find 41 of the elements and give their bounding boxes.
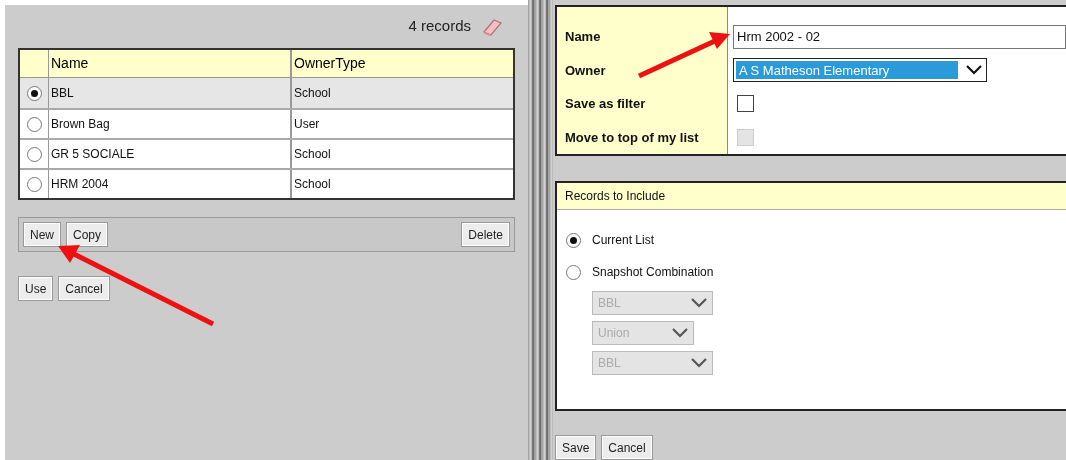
table-cell-text: User xyxy=(294,116,320,133)
field-label: Owner xyxy=(565,61,606,80)
radio-label: Current List xyxy=(592,232,655,249)
radio-button[interactable] xyxy=(26,85,42,101)
table-cell-text: School xyxy=(294,176,331,193)
button[interactable]: Use xyxy=(18,276,54,301)
table-cell-text: Brown Bag xyxy=(51,116,110,133)
column-header: OwnerType xyxy=(293,54,367,73)
button[interactable]: New xyxy=(23,222,61,247)
table-cell-text: School xyxy=(294,146,331,163)
table-row[interactable]: Brown Bag User xyxy=(20,108,513,138)
checkbox[interactable] xyxy=(737,95,754,113)
button[interactable]: Copy xyxy=(66,222,109,247)
chevron-down-icon xyxy=(672,328,688,338)
field-label: Name xyxy=(565,28,601,46)
radio-button[interactable] xyxy=(26,116,42,132)
field-label: Save as filter xyxy=(565,95,646,113)
table-cell-text: HRM 2004 xyxy=(51,176,109,193)
button[interactable]: Cancel xyxy=(58,276,110,301)
radio-button[interactable] xyxy=(26,146,42,162)
table-row[interactable]: GR 5 SOCIALE School xyxy=(20,138,513,168)
table-row[interactable]: BBL School xyxy=(20,78,513,108)
table-cell-text: GR 5 SOCIALE xyxy=(51,146,135,163)
splitter[interactable] xyxy=(528,0,553,460)
table-cell-text: BBL xyxy=(51,85,74,102)
chevron-down-icon xyxy=(691,298,707,308)
section-title: Records to Include xyxy=(565,188,666,205)
radio-button[interactable] xyxy=(26,176,42,192)
record-count: 4 records xyxy=(408,16,471,37)
button[interactable]: Delete xyxy=(461,222,510,247)
table-row[interactable]: HRM 2004 School xyxy=(20,168,513,198)
radio-button[interactable] xyxy=(566,232,581,248)
table-cell-text: School xyxy=(294,85,331,102)
name-input[interactable]: Hrm 2002 - 02 xyxy=(733,24,1066,49)
radio-button[interactable] xyxy=(566,264,581,280)
field-label: Move to top of my list xyxy=(565,128,699,147)
button[interactable]: Save xyxy=(555,435,597,460)
radio-label: Snapshot Combination xyxy=(592,264,714,281)
button[interactable]: Cancel xyxy=(601,435,653,460)
chevron-down-icon xyxy=(691,358,707,368)
chevron-down-icon xyxy=(966,65,982,76)
